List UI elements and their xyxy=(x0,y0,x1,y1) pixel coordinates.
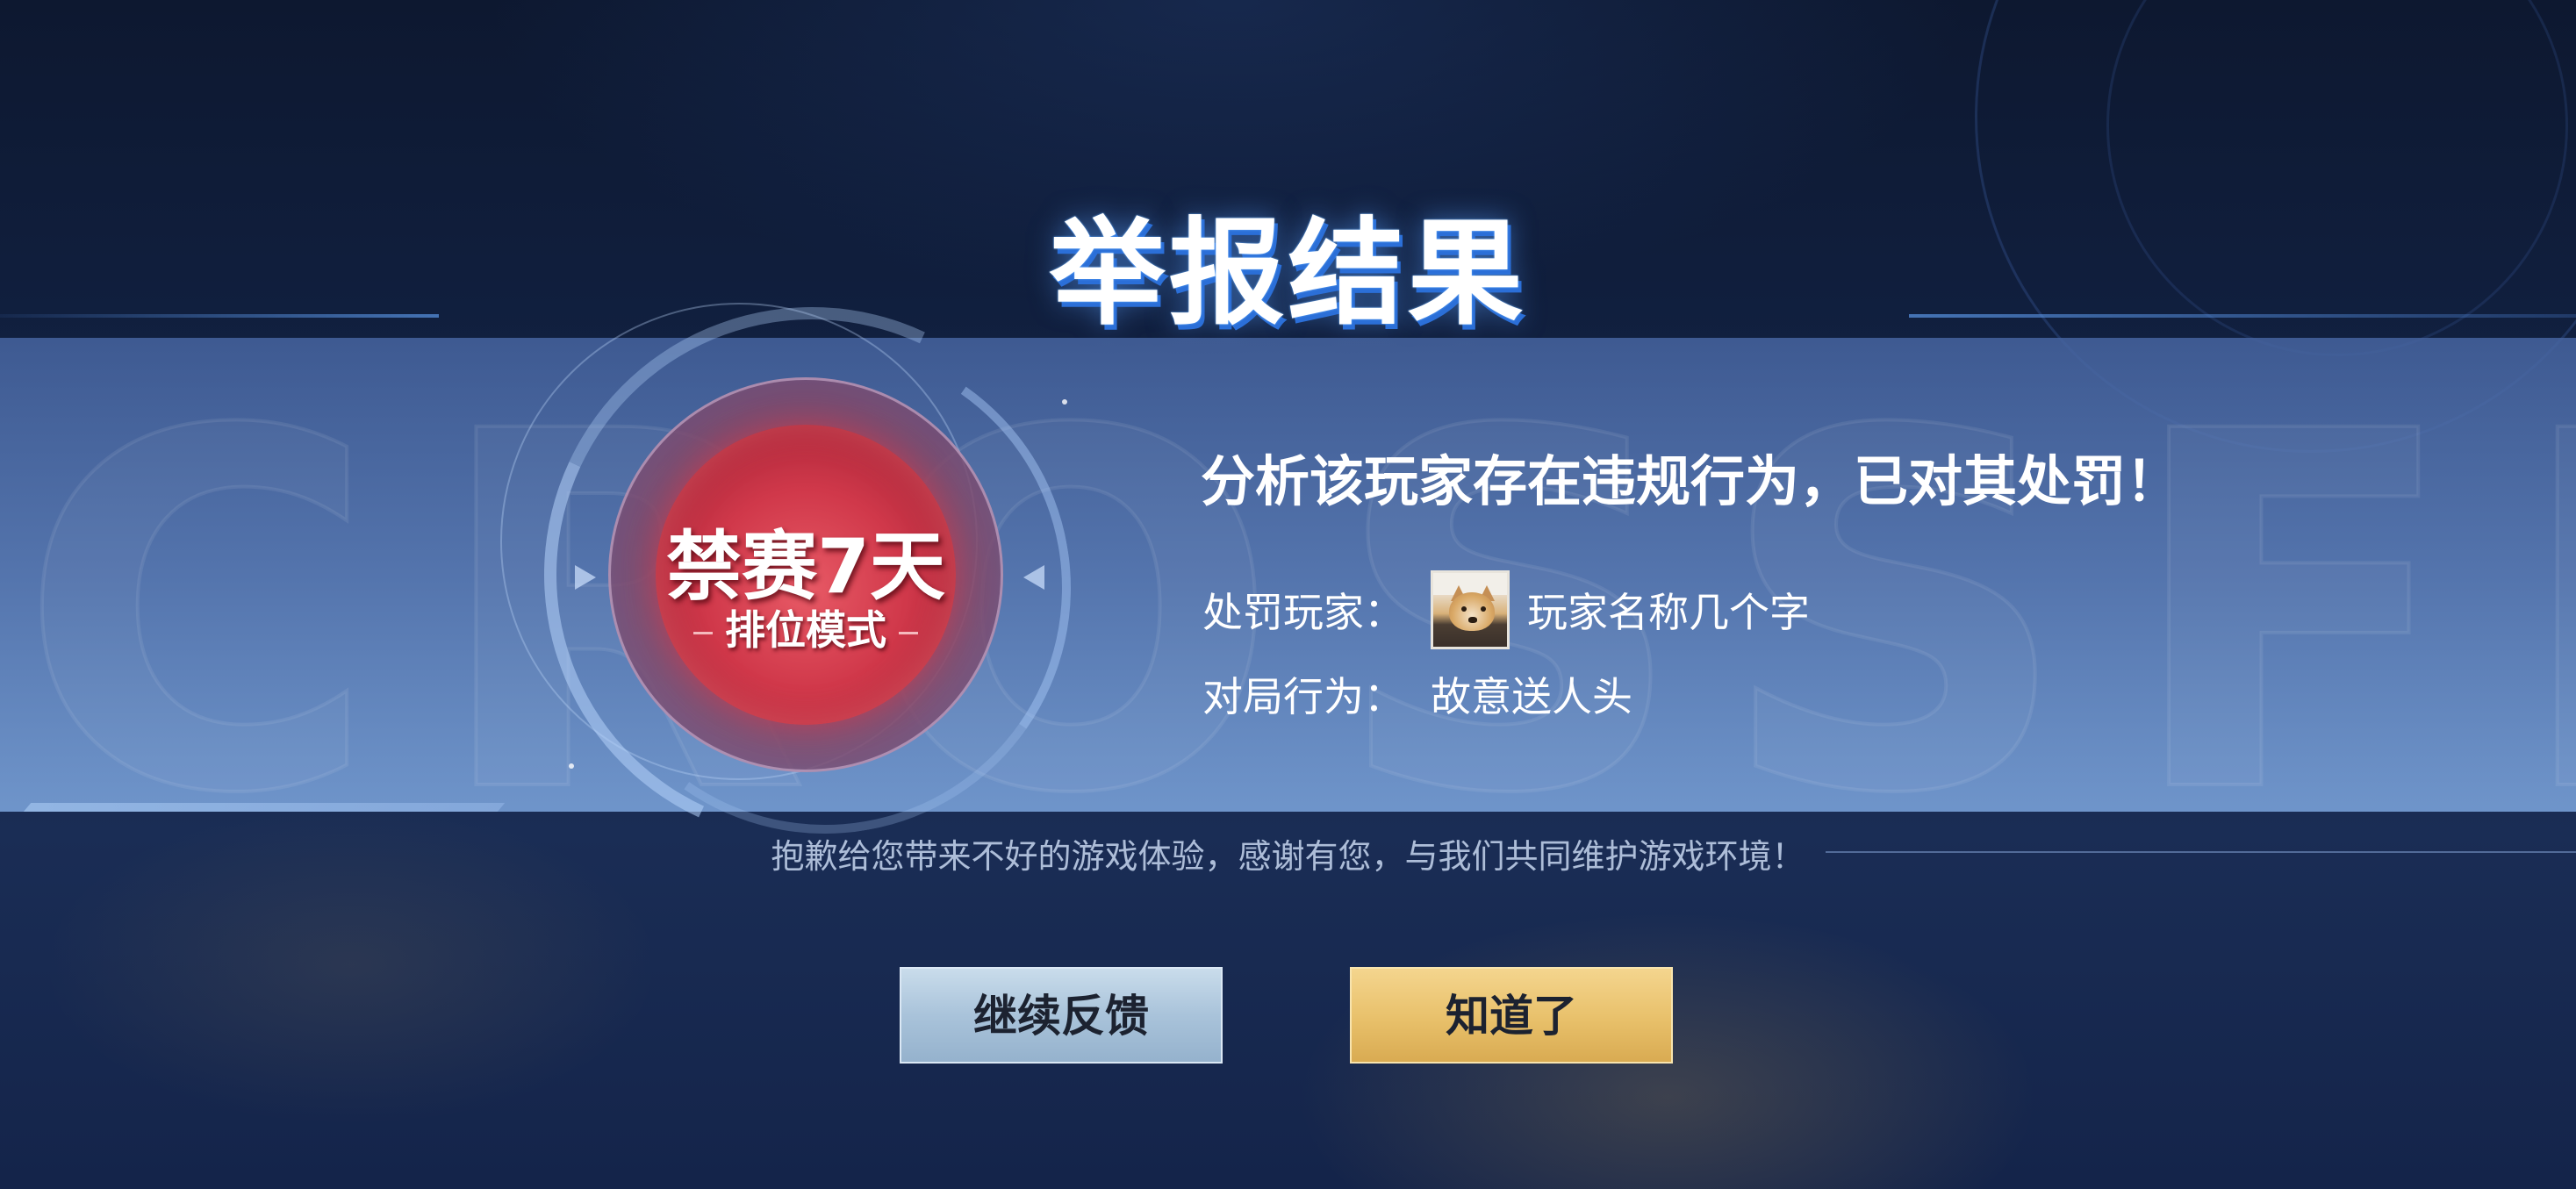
verdict-text: 分析该玩家存在违规行为，已对其处罚！ xyxy=(1201,449,2181,513)
match-behavior-value: 故意送人头 xyxy=(1431,673,1632,720)
match-behavior-label: 对局行为： xyxy=(1202,673,1404,720)
penalty-mode-row: 排位模式 xyxy=(608,598,1003,656)
punished-player-name: 玩家名称几个字 xyxy=(1527,589,1810,636)
penalty-mode: 排位模式 xyxy=(725,606,886,654)
dash-decoration xyxy=(693,632,713,634)
avatar-eye xyxy=(1461,606,1467,612)
continue-feedback-button[interactable]: 继续反馈 xyxy=(900,967,1223,1064)
triangle-left-icon xyxy=(1023,565,1044,590)
apology-text: 抱歉给您带来不好的游戏体验，感谢有您，与我们共同维护游戏环境！ xyxy=(771,837,1805,876)
avatar-eye xyxy=(1481,606,1486,612)
acknowledge-button[interactable]: 知道了 xyxy=(1350,967,1673,1064)
shiba-dog-avatar-icon xyxy=(1431,570,1510,649)
dash-decoration xyxy=(899,632,918,634)
result-panel: CROSSFIRE xyxy=(0,338,2576,812)
sparkle-decoration xyxy=(1062,399,1067,405)
background-watermark-word: CROSSFIRE xyxy=(16,338,2576,812)
page-title: 举报结果 xyxy=(1049,206,1527,341)
avatar-nose xyxy=(1468,617,1477,623)
report-result-screen: 举报结果 CROSSFIRE 禁赛7天 排位模式 分析该玩家存在违规行为，已对其… xyxy=(0,0,2576,1189)
triangle-right-icon xyxy=(575,565,596,590)
panel-stripe-left xyxy=(0,803,506,812)
punished-player-label: 处罚玩家： xyxy=(1202,589,1404,636)
sparkle-decoration xyxy=(569,763,574,769)
avatar-face xyxy=(1449,592,1495,631)
